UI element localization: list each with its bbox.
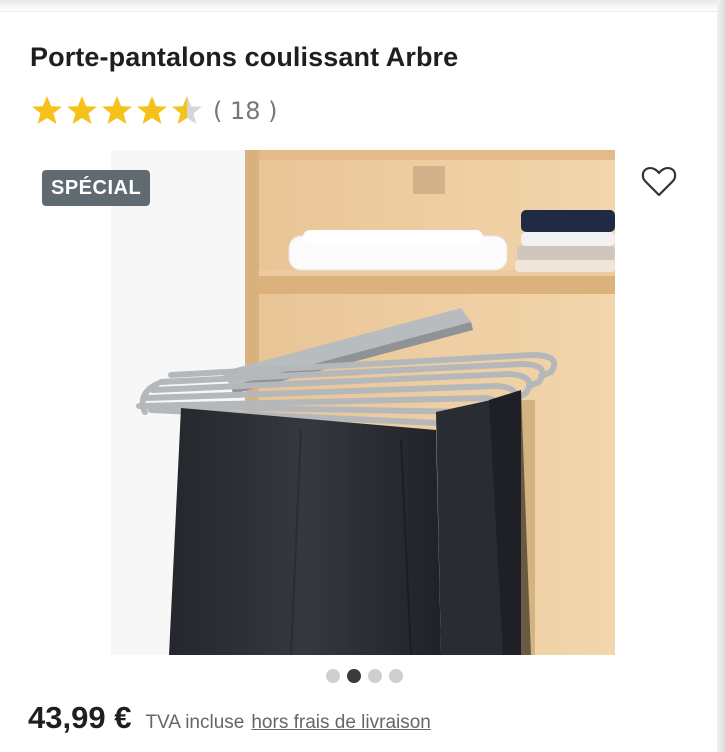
- heart-outline-icon: [641, 166, 677, 197]
- rating[interactable]: ( 18 ): [30, 94, 278, 128]
- gallery-pagination: [326, 669, 403, 683]
- price-row: 43,99 € TVA incluse hors frais de livrai…: [28, 700, 431, 736]
- star-icon: [172, 96, 202, 124]
- tax-note: TVA incluse: [145, 712, 245, 733]
- trouser-rack-photo: [111, 150, 615, 655]
- shipping-link[interactable]: hors frais de livraison: [251, 712, 431, 734]
- wishlist-button[interactable]: [638, 160, 680, 202]
- star-icon: [102, 96, 132, 124]
- top-edge: [0, 0, 726, 12]
- product-title: Porte-pantalons coulissant Arbre: [30, 42, 459, 72]
- gallery-dot[interactable]: [389, 669, 403, 683]
- product-image[interactable]: [111, 150, 615, 655]
- star-icon: [32, 96, 62, 124]
- gallery-dot[interactable]: [326, 669, 340, 683]
- price: 43,99 €: [28, 700, 132, 735]
- special-badge: SPÉCIAL: [42, 170, 151, 206]
- rating-stars: [30, 94, 205, 128]
- gallery-dot[interactable]: [368, 669, 382, 683]
- scrollbar-edge[interactable]: [717, 0, 726, 752]
- gallery-dot[interactable]: [347, 669, 361, 683]
- star-icon: [67, 96, 97, 124]
- star-icon: [137, 96, 167, 124]
- review-count[interactable]: ( 18 ): [213, 97, 278, 125]
